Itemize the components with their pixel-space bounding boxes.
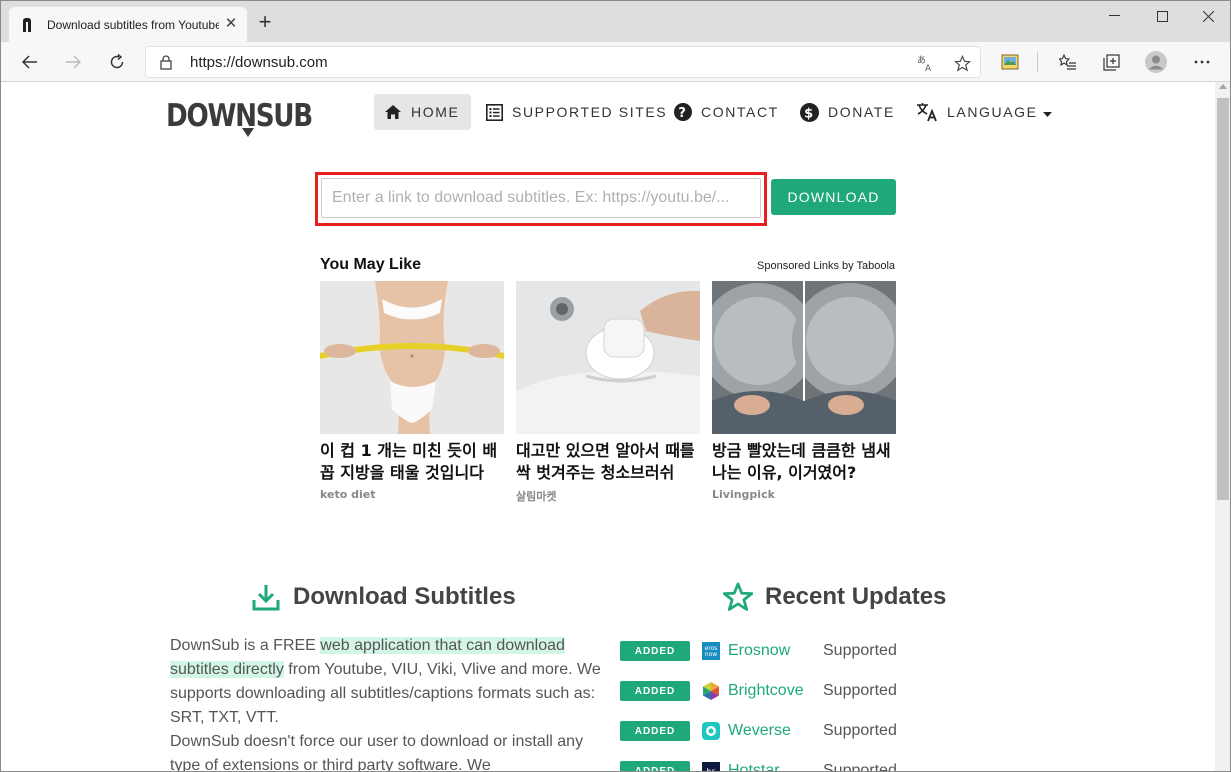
you-may-like-heading: You May Like <box>320 256 422 273</box>
lock-icon[interactable] <box>160 55 172 75</box>
tab-title: Download subtitles from Youtube <box>47 17 219 32</box>
dollar-circle-icon: $ <box>800 102 819 122</box>
card-title[interactable]: 대고만 있으면 알아서 때를 싹 벗겨주는 청소브러쉬 <box>516 440 696 484</box>
profile-avatar-icon[interactable] <box>1145 51 1167 73</box>
added-badge: ADDED <box>620 721 690 741</box>
site-status: Supported <box>823 722 897 739</box>
nav-supported-sites-label: SUPPORTED SITES <box>512 104 668 120</box>
sponsored-card[interactable]: 방금 빨았는데 큼큼한 냄새 나는 이유, 이거였어? Livingpick <box>712 281 896 501</box>
nav-language-label: LANGUAGE <box>947 104 1038 120</box>
download-subtitles-title: Download Subtitles <box>293 583 516 610</box>
nav-donate[interactable]: $ DONATE <box>800 94 895 130</box>
card-source[interactable]: Livingpick <box>712 488 896 501</box>
card-image[interactable] <box>320 281 504 434</box>
intro-text: DownSub is a FREE web application that c… <box>170 634 602 772</box>
update-row: ADDED hs Hotstar Supported <box>620 759 897 772</box>
svg-text:?: ? <box>678 106 687 121</box>
sponsored-card[interactable]: 이 컵 1 개는 미친 듯이 배꼽 지방을 태울 것입니다 keto diet <box>320 281 504 501</box>
downsub-favicon-icon <box>19 17 35 33</box>
added-badge: ADDED <box>620 761 690 771</box>
toolbar-divider <box>1037 52 1038 72</box>
home-icon <box>384 104 402 120</box>
card-image[interactable] <box>712 281 896 434</box>
download-subtitles-heading: Download Subtitles <box>251 582 516 612</box>
downsub-logo[interactable]: DOWNSUB <box>166 94 316 145</box>
taboola-sponsor-link[interactable]: Sponsored Links by Taboola <box>757 260 895 272</box>
extension-image-icon[interactable] <box>999 51 1021 73</box>
card-title[interactable]: 방금 빨았는데 큼큼한 냄새 나는 이유, 이거였어? <box>712 440 892 484</box>
subtitle-link-input[interactable] <box>321 178 761 218</box>
page-viewport: DOWNSUB HOME SUPPORTED SITES ? CONTACT $… <box>1 82 1215 772</box>
address-toolbar: https://downsub.com あA <box>1 42 1230 82</box>
nav-language[interactable]: LANGUAGE <box>916 94 1052 130</box>
browser-tab[interactable]: Download subtitles from Youtube ✕ <box>9 7 247 42</box>
refresh-button[interactable] <box>103 48 131 76</box>
nav-contact[interactable]: ? CONTACT <box>674 94 779 130</box>
brightcove-icon <box>702 682 720 700</box>
card-image[interactable] <box>516 281 700 434</box>
new-tab-button[interactable]: + <box>253 11 277 35</box>
list-icon <box>486 103 503 121</box>
download-icon <box>251 582 281 612</box>
site-link[interactable]: Brightcove <box>728 682 816 700</box>
site-link[interactable]: Hotstar <box>728 762 816 771</box>
back-button[interactable] <box>16 48 44 76</box>
collections-icon[interactable] <box>1100 51 1122 73</box>
sponsored-card[interactable]: 대고만 있으면 알아서 때를 싹 벗겨주는 청소브러쉬 살림마켓 <box>516 281 700 504</box>
site-status: Supported <box>823 762 897 772</box>
nav-home[interactable]: HOME <box>374 94 472 130</box>
logo-text: DOWNSUB <box>166 98 312 134</box>
favorite-star-icon[interactable] <box>953 54 971 72</box>
url-text[interactable]: https://downsub.com <box>190 54 328 71</box>
recent-updates-heading: Recent Updates <box>723 582 946 612</box>
nav-home-label: HOME <box>411 104 460 120</box>
more-menu-icon[interactable] <box>1191 51 1213 73</box>
nav-contact-label: CONTACT <box>701 104 779 120</box>
address-bar[interactable]: https://downsub.com あA <box>145 46 981 78</box>
caret-down-icon <box>1042 104 1052 120</box>
favorites-list-icon[interactable] <box>1057 51 1079 73</box>
scrollbar-thumb[interactable] <box>1217 98 1229 500</box>
page-scrollbar[interactable] <box>1215 82 1230 771</box>
search-highlight-box <box>315 172 767 226</box>
star-icon <box>723 582 753 612</box>
close-tab-icon[interactable]: ✕ <box>223 16 239 32</box>
svg-text:now: now <box>705 651 717 658</box>
scroll-up-arrow-icon[interactable] <box>1219 84 1227 89</box>
card-source[interactable]: keto diet <box>320 488 504 501</box>
translate-page-icon[interactable]: あA <box>917 54 935 72</box>
intro-text-start: DownSub is a FREE <box>170 637 321 654</box>
site-status: Supported <box>823 682 897 699</box>
added-badge: ADDED <box>620 681 690 701</box>
site-link[interactable]: Erosnow <box>728 642 816 660</box>
site-link[interactable]: Weverse <box>728 722 816 740</box>
nav-donate-label: DONATE <box>828 104 895 120</box>
hotstar-icon: hs <box>702 762 720 772</box>
card-title[interactable]: 이 컵 1 개는 미친 듯이 배꼽 지방을 태울 것입니다 <box>320 440 500 484</box>
intro-text-paragraph-2: DownSub doesn't force our user to downlo… <box>170 733 584 772</box>
translate-icon <box>916 102 938 122</box>
site-status: Supported <box>823 642 897 659</box>
recent-updates-title: Recent Updates <box>765 583 947 610</box>
svg-text:A: A <box>925 64 932 72</box>
nav-supported-sites[interactable]: SUPPORTED SITES <box>486 94 667 130</box>
tab-strip: Download subtitles from Youtube ✕ + <box>1 1 1230 42</box>
update-row: ADDED Brightcove Supported <box>620 679 897 703</box>
maximize-button[interactable] <box>1139 1 1185 31</box>
update-row: ADDED Weverse Supported <box>620 719 897 743</box>
weverse-icon <box>702 722 720 740</box>
close-window-button[interactable] <box>1185 1 1230 31</box>
download-button[interactable]: DOWNLOAD <box>771 179 896 215</box>
question-circle-icon: ? <box>674 103 692 121</box>
minimize-button[interactable] <box>1091 1 1137 31</box>
update-row: ADDED eros now Erosnow Supported <box>620 639 897 663</box>
card-source[interactable]: 살림마켓 <box>516 488 700 504</box>
svg-text:$: $ <box>804 106 815 121</box>
erosnow-icon: eros now <box>702 642 720 660</box>
forward-button[interactable] <box>59 48 87 76</box>
added-badge: ADDED <box>620 641 690 661</box>
browser-window: Download subtitles from Youtube ✕ + http… <box>0 0 1231 772</box>
svg-text:hs: hs <box>706 767 715 772</box>
